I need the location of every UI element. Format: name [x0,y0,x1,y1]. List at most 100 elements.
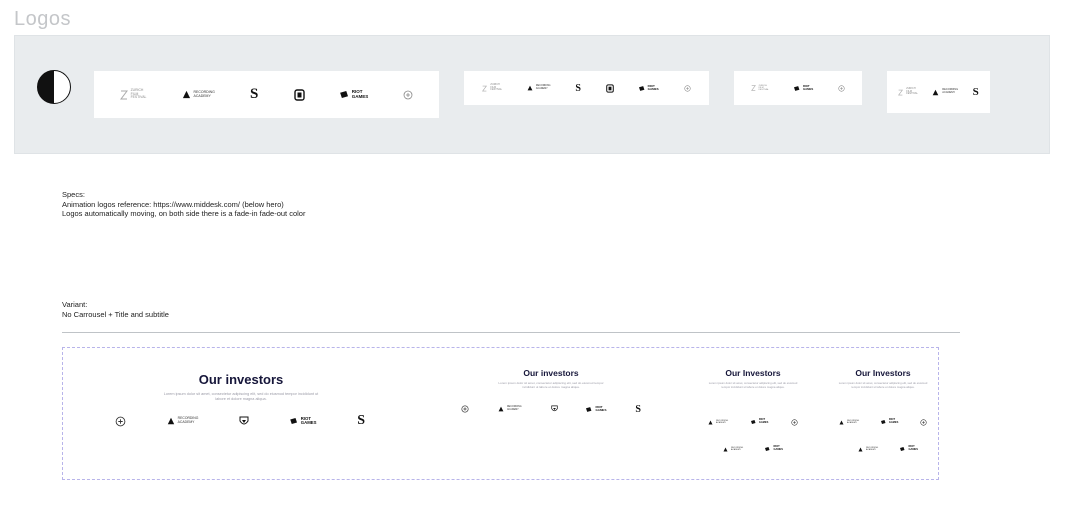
gramophone-icon [527,85,533,91]
s-mark-text: S [972,86,979,98]
riot-line: GAMES [351,93,369,99]
crest-icon [403,90,413,99]
half-circle-icon[interactable] [37,70,71,104]
logo-carousel-tablet: ZURICH FILM FESTIVAL RECORDING ACADEMY S… [464,71,709,105]
riot-line: GAMES [802,87,814,91]
gramophone-icon [932,89,939,95]
investors-subtitle-tablet: Lorem ipsum dolor sit amet, consectetur … [498,381,604,389]
gramophone-icon [708,420,713,424]
ra-line: ACADEMY [177,420,195,424]
gramophone-icon [839,420,844,424]
s-mark-text: S [635,403,641,415]
shield-icon [606,83,614,93]
logo-zurich-film-festival: ZURICH FILM FESTIVAL [898,87,918,96]
logo-shield [606,83,614,93]
riot-fist-icon [793,85,800,91]
crest-icon [683,84,691,92]
ra-line: ACADEMY [193,93,211,98]
riot-fist-icon [750,420,756,424]
bull-shield-icon [550,405,558,412]
logo-recording-academy: RECORDING ACADEMY [932,89,958,96]
logo-crest [683,84,691,92]
riot-line: GAMES [758,421,769,424]
ra-line: ACADEMY [506,408,519,411]
logo-recording-academy: RECORDING ACADEMY [858,447,878,452]
investors-logo-row-mobile-1: RECORDING ACADEMY RIOT GAMES [708,417,798,427]
zff-mark-icon [750,85,756,91]
ra-line: ACADEMY [942,91,956,94]
ra-line: ACADEMY [866,449,876,451]
riot-line: GAMES [595,408,607,412]
shield-icon [293,88,305,101]
crest-icon [791,418,798,426]
logo-recording-academy: RECORDING ACADEMY [498,406,522,412]
gramophone-icon [182,90,190,99]
logo-zurich-film-festival: ZURICH FILM FESTIVAL [750,85,769,92]
zff-mark-icon [119,90,128,99]
investors-logo-row-mobile2-1: RECORDING ACADEMY RIOT GAMES [839,417,927,427]
riot-fist-icon [638,85,645,91]
bull-shield-icon [239,416,249,424]
riot-fist-icon [586,406,592,412]
logo-recording-academy: RECORDING ACADEMY [527,85,551,91]
ra-line: ACADEMY [535,87,548,90]
logo-zurich-film-festival: ZURICH FILM FESTIVAL [119,89,147,100]
logo-recording-academy: RECORDING ACADEMY [723,447,743,452]
crest-icon [838,84,845,92]
logo-riot-games: RIOT GAMES [290,416,317,426]
variant-line: No Carrousel + Title and subtitle [62,309,169,319]
investors-logo-row-desktop: RECORDING ACADEMY RIOT GAMES S [115,413,365,429]
investors-title-mobile-2: Our Investors [855,368,911,378]
gramophone-icon [498,406,504,412]
riot-fist-icon [880,420,886,424]
s-mark-text: S [250,86,259,102]
investors-subtitle-desktop: Lorem ipsum dolor sit amet, consectetur … [163,392,319,401]
zff-line: FESTIVAL [906,92,918,96]
logo-riot-games: RIOT GAMES [339,89,369,99]
logo-recording-academy: RECORDING ACADEMY [708,420,728,425]
riot-line: GAMES [300,420,317,425]
riot-line: GAMES [773,448,783,451]
investors-subtitle-mobile: Lorem ipsum dolor sit amet, consectetur … [708,381,798,389]
investors-title-tablet: Our investors [523,368,579,378]
logo-carousel-small: ZURICH FILM FESTIVAL RECORDING ACADEMY S [887,71,990,113]
riot-fist-icon [290,418,297,424]
logo-riot-games: RIOT GAMES [586,405,607,412]
crest-icon [115,416,126,426]
logo-recording-academy: RECORDING ACADEMY [182,90,215,99]
riot-line: GAMES [888,421,899,424]
s-mark-text: S [575,82,581,94]
riot-fist-icon [339,91,348,98]
crest-icon [920,418,927,426]
zff-mark-icon [898,89,904,95]
riot-fist-icon [900,447,905,451]
riot-line: GAMES [647,87,659,91]
logo-carousel-desktop: ZURICH FILM FESTIVAL RECORDING ACADEMY S… [94,71,439,118]
logo-s-letter: S [973,86,979,98]
zff-line: FESTIVAL [130,95,147,100]
gramophone-icon [167,417,174,425]
logo-zurich-film-festival: ZURICH FILM FESTIVAL [482,83,503,92]
zff-mark-icon [482,85,488,91]
specs-line: Logos automatically moving, on both side… [62,209,306,218]
logo-crest [403,90,413,100]
logo-recording-academy: RECORDING ACADEMY [839,420,859,425]
s-mark-text: S [357,413,365,428]
page-title: Logos [14,8,71,30]
zff-line: FESTIVAL [490,88,503,92]
crest-icon [461,405,469,413]
logo-s-letter: S [575,83,581,94]
investors-logo-row-mobile-2: RECORDING ACADEMY RIOT GAMES [723,444,783,454]
investors-variant-frame: Our investors Lorem ipsum dolor sit amet… [62,347,939,480]
variant-heading: Variant: [62,300,88,309]
logo-carousel-mobile: ZURICH FILM FESTIVAL RIOT GAMES [734,71,862,105]
logo-riot-games: RIOT GAMES [900,446,918,451]
specs-line: Animation logos reference: https://www.m… [62,199,284,209]
investors-subtitle-mobile-2: Lorem ipsum dolor sit amet, consectetur … [838,381,928,389]
logo-crest [838,84,845,92]
zff-line: FESTIVAL [758,89,769,92]
logo-riot-games: RIOT GAMES [765,446,783,451]
logo-riot-games: RIOT GAMES [880,419,899,424]
ra-line: ACADEMY [847,422,857,424]
riot-fist-icon [765,447,770,451]
